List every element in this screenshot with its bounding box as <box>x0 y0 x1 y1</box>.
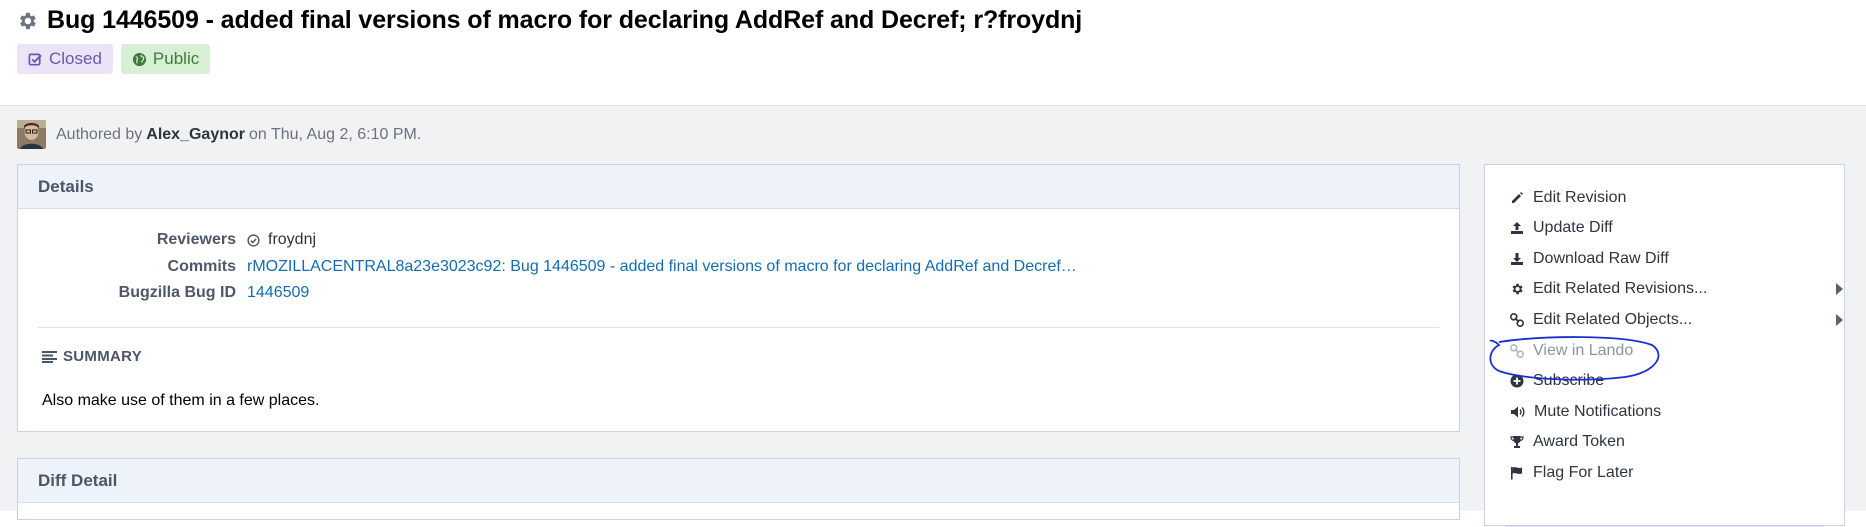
action-label: Download Raw Diff <box>1533 250 1669 267</box>
author-date: on Thu, Aug 2, 6:10 PM. <box>249 125 422 143</box>
pencil-icon <box>1512 192 1523 203</box>
reviewers-row: Reviewers froydnj <box>18 231 316 249</box>
diff-detail-heading: Diff Detail <box>18 459 1459 503</box>
check-circle-icon <box>247 233 260 247</box>
details-panel: Details Reviewers froydnj Commits rMOZIL… <box>17 164 1460 432</box>
visibility-badge: Public <box>120 44 211 74</box>
action-label: Edit Related Revisions... <box>1533 280 1708 297</box>
bug-label: Bugzilla Bug ID <box>118 284 236 301</box>
checkbox-icon <box>28 53 42 65</box>
trophy-icon <box>1510 436 1524 448</box>
submenu-arrow-icon <box>1836 283 1843 295</box>
action-label: Award Token <box>1533 433 1625 450</box>
globe-icon <box>132 52 146 66</box>
link-icon <box>1510 344 1524 358</box>
summary-text: Also make use of them in a few places. <box>42 392 320 409</box>
reviewer-entry[interactable]: froydnj <box>247 231 316 249</box>
action-download-raw-diff[interactable]: Download Raw Diff <box>1510 248 1830 270</box>
action-label: View in Lando <box>1533 342 1634 359</box>
upload-icon <box>1511 222 1523 234</box>
action-view-in-lando[interactable]: View in Lando <box>1510 340 1830 362</box>
avatar[interactable] <box>17 120 46 149</box>
status-badge-label: Closed <box>49 49 102 68</box>
reviewers-label: Reviewers <box>156 231 236 248</box>
action-flag-for-later[interactable]: Flag For Later <box>1510 462 1830 484</box>
volume-icon <box>1511 406 1525 418</box>
summary-heading: SUMMARY <box>42 348 142 365</box>
action-label: Flag For Later <box>1533 464 1634 481</box>
action-mute-notifications[interactable]: Mute Notifications <box>1510 401 1830 423</box>
action-update-diff[interactable]: Update Diff <box>1510 217 1830 239</box>
action-label: Edit Revision <box>1533 189 1627 206</box>
status-badge: Closed <box>17 44 113 74</box>
author-prefix: Authored by <box>56 125 143 143</box>
align-left-icon <box>42 350 57 363</box>
action-award-token[interactable]: Award Token <box>1510 431 1830 453</box>
action-subscribe[interactable]: Subscribe <box>1510 370 1830 392</box>
details-divider <box>38 327 1439 328</box>
download-icon <box>1511 253 1523 265</box>
actions-panel: Edit Revision Update Diff Download Raw D… <box>1484 164 1845 527</box>
details-heading: Details <box>18 165 1459 209</box>
action-edit-related-objects[interactable]: Edit Related Objects... <box>1510 309 1843 331</box>
author-name[interactable]: Alex_Gaynor <box>146 126 245 144</box>
action-edit-related-revisions[interactable]: Edit Related Revisions... <box>1510 278 1843 300</box>
bug-row: Bugzilla Bug ID 1446509 <box>18 284 310 302</box>
bug-link[interactable]: 1446509 <box>247 284 309 301</box>
revision-content: Authored by Alex_Gaynor on Thu, Aug 2, 6… <box>0 106 1866 527</box>
page-title: Bug 1446509 - added final versions of ma… <box>47 6 1083 34</box>
revision-header: Bug 1446509 - added final versions of ma… <box>0 0 1866 106</box>
flag-icon <box>1511 467 1523 480</box>
plus-circle-icon <box>1510 374 1524 388</box>
visibility-badge-label: Public <box>152 49 200 68</box>
gear-icon <box>1512 283 1523 295</box>
author-line: Authored by Alex_Gaynor on Thu, Aug 2, 6… <box>17 120 421 149</box>
action-edit-revision[interactable]: Edit Revision <box>1510 187 1830 209</box>
action-label: Edit Related Objects... <box>1533 311 1693 328</box>
submenu-arrow-icon <box>1836 314 1843 326</box>
link-icon <box>1510 313 1524 327</box>
summary-heading-label: SUMMARY <box>63 348 143 365</box>
action-label: Update Diff <box>1533 219 1613 236</box>
commits-row: Commits rMOZILLACENTRAL8a23e3023c92: Bug… <box>18 258 1077 276</box>
action-label: Mute Notifications <box>1534 403 1662 420</box>
reviewer-name: froydnj <box>268 231 317 248</box>
action-label: Subscribe <box>1533 372 1605 389</box>
gear-icon <box>20 12 36 29</box>
commits-label: Commits <box>167 258 236 275</box>
commit-link[interactable]: rMOZILLACENTRAL8a23e3023c92: Bug 1446509… <box>247 258 1077 275</box>
